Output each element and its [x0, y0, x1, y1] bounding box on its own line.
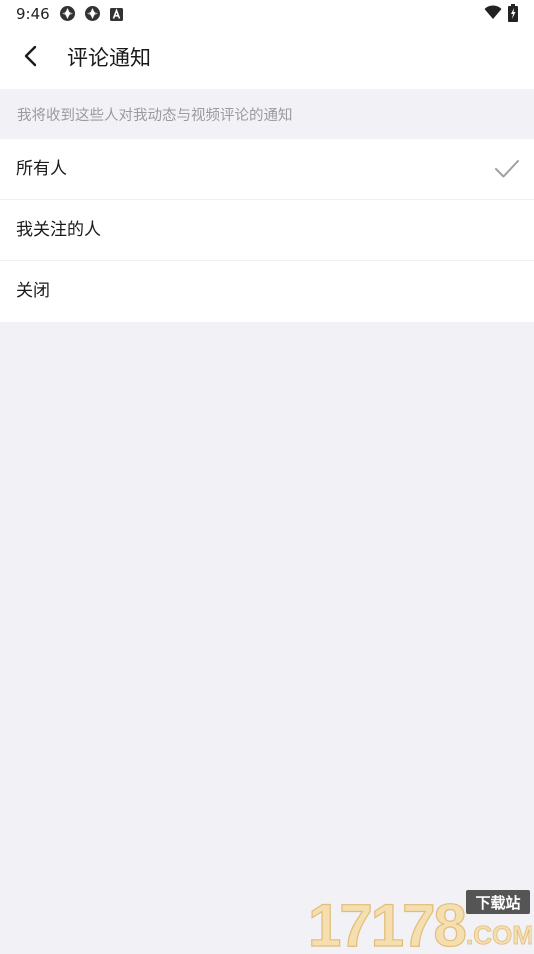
option-label: 我关注的人	[16, 220, 101, 240]
notification-a-icon	[110, 6, 123, 25]
hint-section: 我将收到这些人对我动态与视频评论的通知	[0, 89, 534, 139]
status-time: 9:46	[16, 5, 50, 23]
option-off[interactable]: 关闭	[0, 261, 534, 322]
hint-text: 我将收到这些人对我动态与视频评论的通知	[17, 108, 293, 124]
watermark-suffix: .COM	[466, 920, 532, 950]
aperture-icon	[84, 5, 101, 26]
chevron-left-icon	[23, 45, 37, 71]
status-bar: 9:46	[0, 0, 534, 28]
option-everyone[interactable]: 所有人	[0, 139, 534, 200]
back-button[interactable]	[8, 36, 52, 80]
option-label: 所有人	[16, 159, 67, 179]
watermark-badge: 下载站	[475, 894, 520, 912]
watermark-number: 17178	[308, 892, 465, 950]
option-label: 关闭	[16, 281, 50, 301]
wifi-icon	[484, 5, 502, 24]
aperture-icon	[59, 5, 76, 26]
check-icon	[494, 158, 520, 180]
options-list: 所有人 我关注的人 关闭	[0, 139, 534, 322]
battery-charging-icon	[508, 4, 518, 26]
watermark-logo: 17178 下载站 .COM	[306, 888, 534, 954]
page-title: 评论通知	[67, 46, 151, 70]
option-followed[interactable]: 我关注的人	[0, 200, 534, 261]
header: 评论通知	[0, 28, 534, 89]
